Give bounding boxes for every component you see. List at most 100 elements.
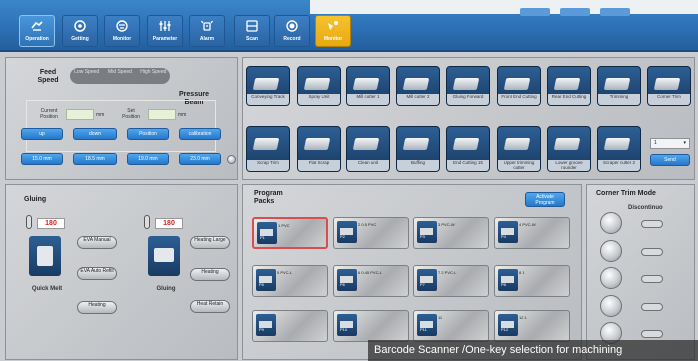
machine-icon — [653, 78, 681, 90]
tool-tile-row1[interactable]: Front End Cutting — [497, 66, 541, 106]
down-button[interactable]: down — [73, 128, 117, 140]
tool-tile-row1[interactable]: Mill cutter 1 — [346, 66, 390, 106]
size-19-button[interactable]: 19.0 mm — [127, 153, 169, 165]
parameter-button[interactable]: Parameter — [147, 15, 183, 47]
program-pack[interactable]: P4 4 PVC-W — [494, 217, 570, 249]
tool-tile-row2[interactable]: Scrap Trim — [246, 126, 290, 172]
corner-toggle[interactable] — [641, 303, 663, 311]
tool-tile-row2[interactable]: Flat Scrap — [297, 126, 341, 172]
corner-knob-icon[interactable] — [600, 295, 622, 317]
program-pack[interactable]: P11 11 — [413, 310, 489, 342]
set-position-field[interactable] — [148, 109, 176, 120]
machine-icon — [303, 138, 331, 150]
tool-tile-row1[interactable]: Corner Trim — [647, 66, 691, 106]
tool-tile-row1[interactable]: Trimming — [597, 66, 641, 106]
tool-tile-row2[interactable]: Upper trimming cutter — [497, 126, 541, 172]
activate-program-button[interactable]: Activate Program — [525, 192, 565, 207]
getting-button[interactable]: Getting — [62, 15, 98, 47]
monitor-alt-label: Monitor — [323, 36, 343, 42]
speed-option-high[interactable]: High Speed — [137, 68, 170, 84]
program-pack[interactable]: P2 2 0.5 PVC — [333, 217, 409, 249]
monitor-button[interactable]: Monitor — [104, 15, 140, 47]
monitor-alt-button[interactable]: Monitor — [315, 15, 351, 47]
program-pack[interactable]: P10 — [333, 310, 409, 342]
tool-tile-row1[interactable]: Conveying Track — [246, 66, 290, 106]
chevron-down-icon: ▾ — [683, 140, 686, 146]
pack-label: 3 PVC-W — [438, 222, 455, 227]
corner-knob-icon[interactable] — [600, 240, 622, 262]
gluing-unit-icon — [148, 236, 180, 276]
tool-tile-row2[interactable]: End Cutting 15 — [446, 126, 490, 172]
scan-button[interactable]: Scan — [234, 15, 270, 47]
up-button[interactable]: up — [21, 128, 63, 140]
feed-speed-selector[interactable]: Low Speed Mid Speed High Speed — [70, 68, 170, 84]
calibration-button[interactable]: calibration — [179, 128, 221, 140]
tool-tile-row2[interactable]: Clean unit — [346, 126, 390, 172]
program-pack[interactable]: P7 7 2 PVC-L — [413, 265, 489, 297]
alarm-label: Alarm — [199, 36, 215, 42]
pack-label: 11 — [438, 315, 443, 320]
corner-toggle[interactable] — [641, 275, 663, 283]
machine-icon — [402, 78, 430, 90]
tool-tile-row1[interactable]: Spray Unit — [297, 66, 341, 106]
tool-tile-row1[interactable]: Gluing Forward — [446, 66, 490, 106]
tool-tile-row2[interactable]: Scraper cutter 2 — [597, 126, 641, 172]
eva-manual-button[interactable]: EVA Manual — [77, 236, 117, 249]
status-indicator — [560, 8, 590, 16]
tool-label: Spray Unit — [298, 94, 340, 105]
program-select[interactable]: 1 ▾ — [650, 138, 690, 149]
corner-knob-icon[interactable] — [600, 212, 622, 234]
record-button[interactable]: Record — [274, 15, 310, 47]
program-pack[interactable]: P12 12 1 — [494, 310, 570, 342]
corner-toggle[interactable] — [641, 330, 663, 338]
heating-large-button[interactable]: Heating Large — [190, 236, 230, 249]
pack-number: P6 — [340, 282, 345, 287]
temp-quick-melt: 180 — [37, 218, 65, 229]
tool-tile-row2[interactable]: Lower groove rounder — [547, 126, 591, 172]
size-15-button[interactable]: 15.0 mm — [21, 153, 63, 165]
settings-knob-icon[interactable] — [227, 155, 236, 164]
pack-machine-icon: P11 — [417, 314, 437, 336]
gluing-title: Gluing — [24, 196, 47, 203]
parameter-label: Parameter — [152, 36, 178, 42]
program-pack[interactable]: P6 6 0.45 PVC-L — [333, 265, 409, 297]
tool-label: Mill cutter 2 — [397, 94, 439, 105]
operation-button[interactable]: Operation — [19, 15, 55, 47]
program-select-value: 1 — [654, 140, 657, 146]
pack-number: P2 — [340, 234, 345, 239]
speed-option-low[interactable]: Low Speed — [70, 68, 103, 84]
size-23-button[interactable]: 23.0 mm — [179, 153, 221, 165]
machine-icon — [303, 78, 331, 90]
program-pack[interactable]: P9 — [252, 310, 328, 342]
heating-left-button[interactable]: Heating — [77, 301, 117, 314]
speed-option-mid[interactable]: Mid Speed — [103, 68, 136, 84]
alarm-icon — [201, 20, 213, 31]
program-pack[interactable]: P8 8 1 — [494, 265, 570, 297]
pack-machine-icon: P5 — [256, 269, 276, 291]
tool-tile-row2[interactable]: Buffing — [396, 126, 440, 172]
program-pack[interactable]: P3 3 PVC-W — [413, 217, 489, 249]
heat-retain-button[interactable]: Heat Retain — [190, 300, 230, 313]
corner-toggle[interactable] — [641, 248, 663, 256]
alarm-button[interactable]: Alarm — [189, 15, 225, 47]
corner-toggle[interactable] — [641, 220, 663, 228]
tool-label: Front End Cutting — [498, 94, 540, 105]
thermometer-icon — [144, 215, 150, 229]
corner-knob-icon[interactable] — [600, 267, 622, 289]
pack-machine-icon: P3 — [417, 221, 437, 243]
tool-tile-row1[interactable]: Rear End Cutting — [547, 66, 591, 106]
size-18-button[interactable]: 18.5 mm — [73, 153, 117, 165]
eva-auto-refill-button[interactable]: EVA Auto Refill — [77, 267, 117, 280]
monitor-alt-icon — [328, 21, 338, 30]
program-pack[interactable]: P1 1 PVC — [252, 217, 328, 249]
pack-machine-icon: P9 — [256, 314, 276, 336]
tool-tile-row1[interactable]: Mill cutter 2 — [396, 66, 440, 106]
position-button[interactable]: Position — [127, 128, 169, 140]
quick-melt-icon — [29, 236, 61, 276]
pack-number: P10 — [340, 327, 348, 332]
program-pack[interactable]: P5 5 PVC-L — [252, 265, 328, 297]
send-button[interactable]: Send — [650, 154, 690, 166]
pack-label: 2 0.5 PVC — [358, 222, 377, 227]
heating-right-button[interactable]: Heating — [190, 268, 230, 281]
pack-label: 7 2 PVC-L — [438, 270, 457, 275]
